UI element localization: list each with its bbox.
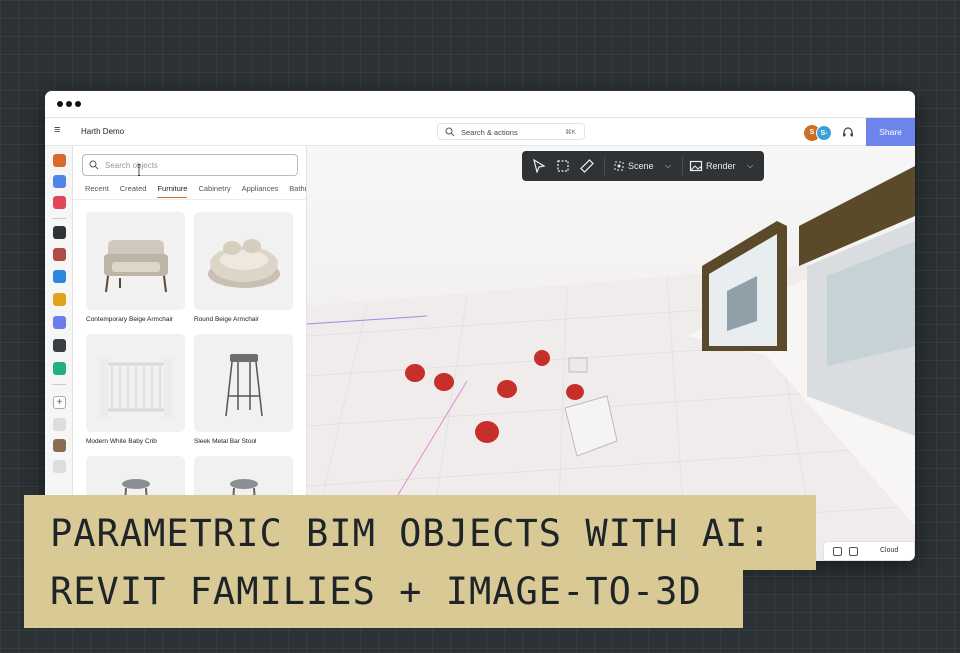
chevron-down-icon[interactable]: ⌵ — [747, 161, 753, 171]
object-thumbnail — [194, 334, 293, 432]
tab-furniture[interactable]: Furniture — [157, 184, 188, 198]
edit-icon[interactable] — [53, 293, 66, 306]
banner-line-2: REVIT FAMILIES + IMAGE-TO-3D — [50, 570, 702, 613]
ruler-icon[interactable] — [580, 159, 594, 173]
object-name: Round Beige Armchair — [194, 316, 260, 323]
search-placeholder: Search objects — [105, 161, 158, 170]
sheet-icon[interactable] — [53, 362, 66, 375]
document-icon[interactable] — [53, 316, 66, 329]
tab-recent[interactable]: Recent — [85, 184, 109, 198]
object-name: Sleek Metal Bar Stool — [194, 438, 257, 445]
share-button[interactable]: Share — [866, 118, 915, 146]
chevron-down-icon[interactable]: ⌵ — [665, 161, 671, 171]
object-thumbnail — [86, 212, 185, 310]
search-shortcut: ⌘K — [565, 129, 576, 136]
project-name[interactable]: Harth Demo — [81, 127, 124, 136]
search-icon — [89, 160, 99, 170]
search-icon — [445, 127, 455, 137]
file-icon[interactable] — [53, 460, 66, 473]
object-card[interactable]: Contemporary Beige Armchair — [86, 212, 185, 323]
image-icon[interactable] — [53, 270, 66, 283]
layers-icon[interactable] — [53, 175, 66, 188]
tab-created[interactable]: Created — [120, 184, 147, 198]
photo-icon[interactable] — [53, 439, 66, 452]
object-card[interactable]: Modern White Baby Crib — [86, 334, 185, 445]
object-search-input[interactable]: Search objects — [82, 154, 298, 176]
cloud-status[interactable]: Cloud — [880, 547, 898, 554]
avatar[interactable]: S- — [816, 125, 832, 141]
split-view-icon[interactable] — [833, 547, 842, 556]
tab-cabinetry[interactable]: Cabinetry — [198, 184, 230, 198]
object-card[interactable]: Round Beige Armchair — [194, 212, 293, 323]
scene-icon[interactable] — [612, 159, 626, 173]
objects-icon[interactable] — [53, 154, 66, 167]
global-search[interactable]: Search & actions ⌘K — [437, 123, 585, 140]
headset-icon[interactable] — [842, 126, 854, 138]
category-tabs: Recent Created Furniture Cabinetry Appli… — [85, 184, 306, 198]
render-menu[interactable]: Render — [706, 161, 736, 171]
object-card[interactable]: Sleek Metal Bar Stool — [194, 334, 293, 445]
object-thumbnail — [194, 212, 293, 310]
text-cursor-icon — [138, 164, 140, 176]
object-name: Contemporary Beige Armchair — [86, 316, 174, 323]
app-header: ≡ Harth Demo Search & actions ⌘K S S- Sh… — [45, 118, 915, 146]
app-window: ≡ Harth Demo Search & actions ⌘K S S- Sh… — [45, 91, 915, 561]
furniture-icon[interactable] — [53, 248, 66, 261]
viewport-toolbar: Scene ⌵ Render ⌵ — [522, 151, 764, 181]
table-icon[interactable] — [53, 339, 66, 352]
menu-icon[interactable]: ≡ — [54, 125, 64, 136]
shapes-icon[interactable] — [53, 196, 66, 209]
fullscreen-icon[interactable] — [849, 547, 858, 556]
scene-menu[interactable]: Scene — [628, 161, 654, 171]
search-label: Search & actions — [461, 128, 518, 137]
marquee-select-icon[interactable] — [556, 159, 570, 173]
title-bar — [45, 91, 915, 118]
person-icon[interactable] — [53, 418, 66, 431]
window-menu-dots[interactable] — [57, 101, 81, 107]
object-name: Modern White Baby Crib — [86, 438, 157, 445]
banner-line-1: PARAMETRIC BIM OBJECTS WITH AI: — [50, 512, 772, 555]
cube-icon[interactable] — [53, 226, 66, 239]
object-thumbnail — [86, 334, 185, 432]
tab-bathroom[interactable]: Bathro — [289, 184, 306, 198]
render-image-icon[interactable] — [689, 159, 703, 173]
select-arrow-icon[interactable] — [532, 159, 546, 173]
viewport-footer: Cloud — [823, 541, 915, 561]
tab-appliances[interactable]: Appliances — [242, 184, 279, 198]
add-icon[interactable]: + — [53, 396, 66, 409]
